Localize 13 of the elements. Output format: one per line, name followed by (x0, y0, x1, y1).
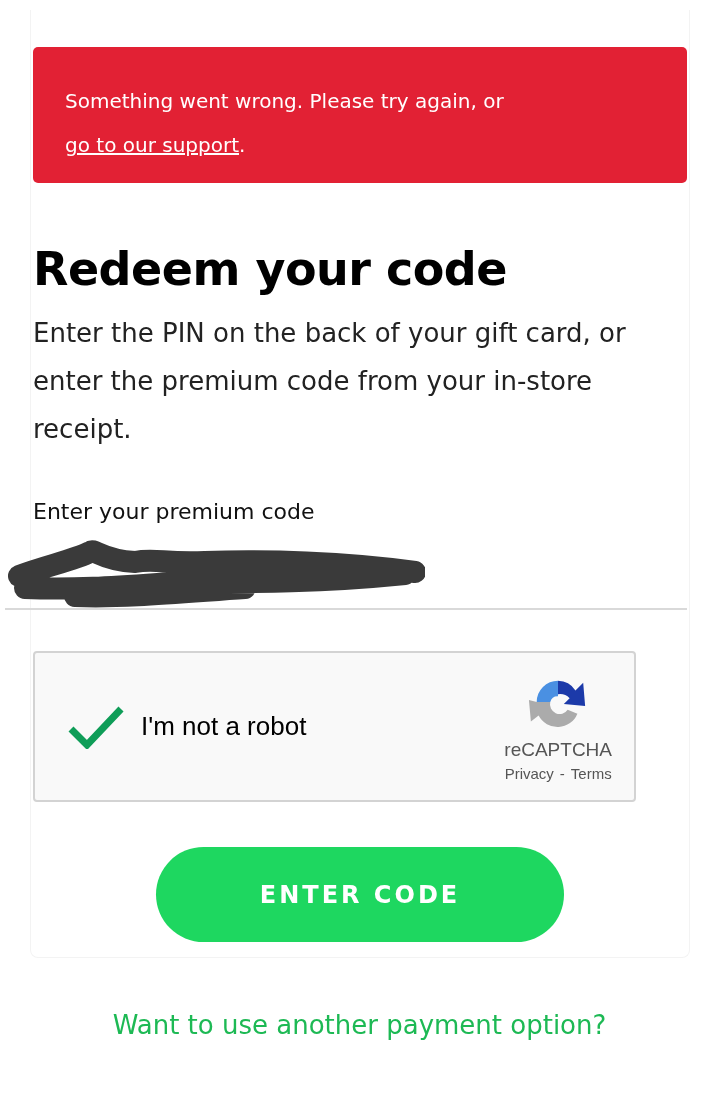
input-field[interactable] (5, 538, 687, 610)
description-text: Enter the PIN on the back of your gift card, or enter the premium code from your in-store receipt. (33, 317, 627, 446)
recaptcha-label: reCAPTCHA (504, 739, 612, 761)
captcha-label: I'm not a robot (141, 711, 307, 742)
privacy-link[interactable]: Privacy (504, 765, 554, 782)
support-link[interactable]: go to our support (65, 133, 239, 157)
page-heading: Redeem your code (33, 241, 508, 297)
error-message: Something went wrong. Please try again, or go to our support. (65, 88, 505, 159)
checkmark-icon[interactable] (67, 704, 125, 749)
separator-text: - (559, 765, 565, 782)
terms-link[interactable]: Terms (570, 765, 612, 782)
field-label: Enter your premium code (33, 499, 316, 524)
payment-option-link[interactable]: Want to use another payment option? (112, 1010, 607, 1040)
